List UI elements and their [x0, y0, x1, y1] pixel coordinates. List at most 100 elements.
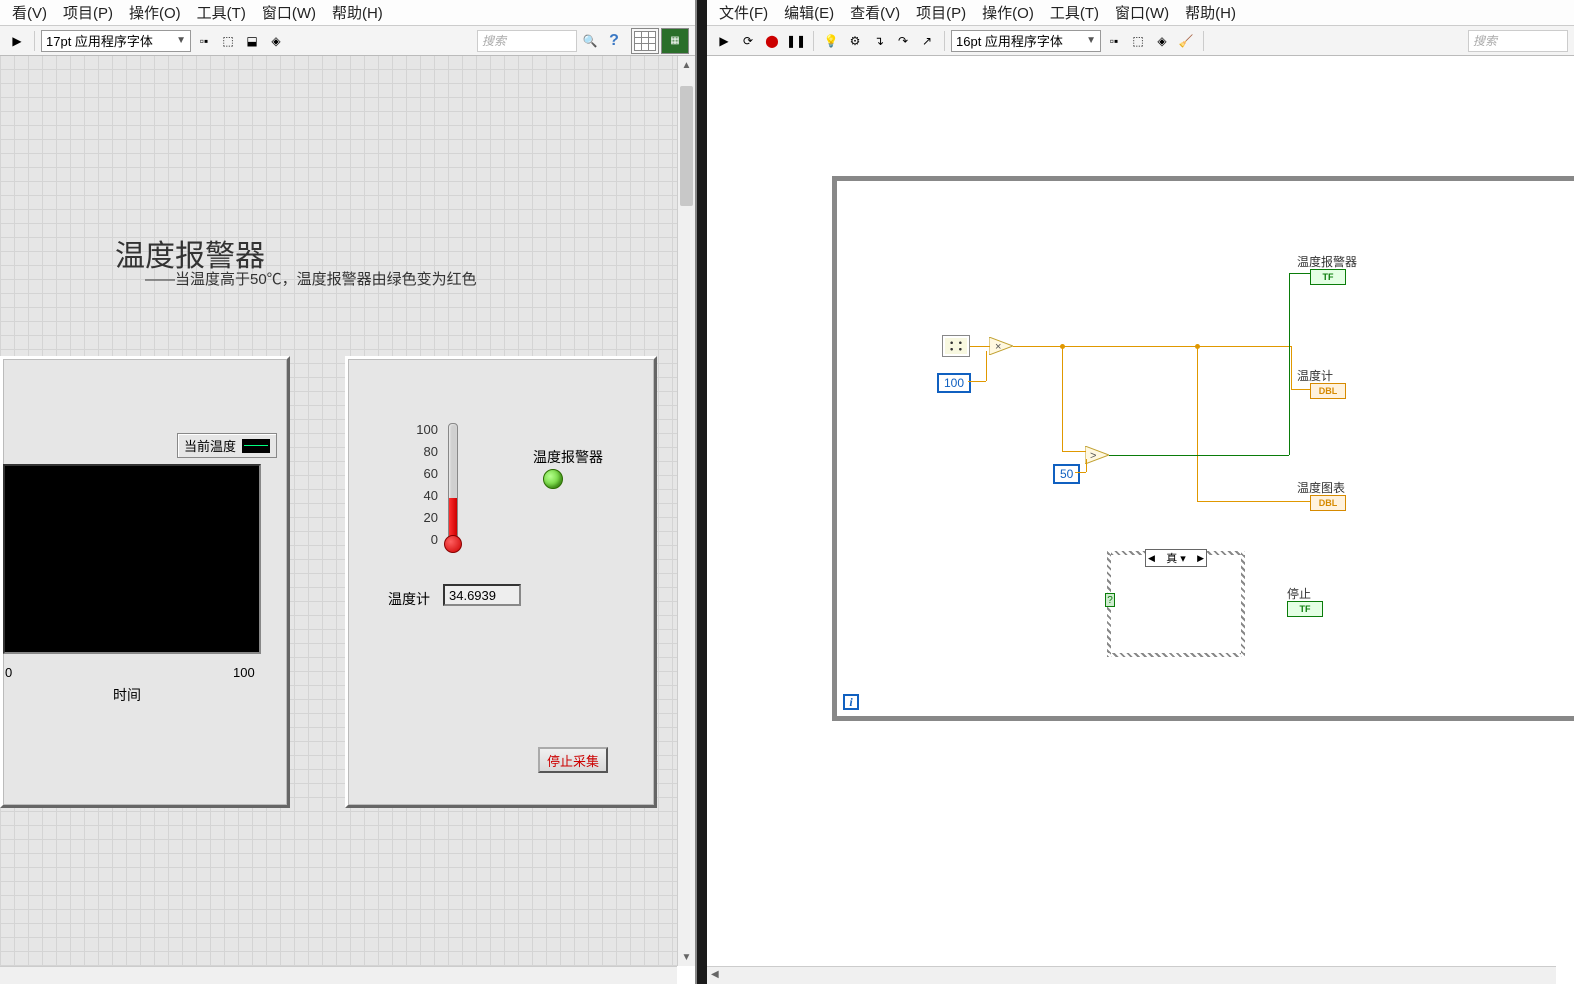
- scroll-down-icon[interactable]: ▼: [678, 948, 695, 966]
- align-button[interactable]: ▫▪: [193, 30, 215, 52]
- distribute-button[interactable]: ⬚: [1127, 30, 1149, 52]
- menu-item[interactable]: 查看(V): [842, 0, 908, 25]
- greater-node[interactable]: >: [1085, 446, 1109, 464]
- wire: [1086, 459, 1087, 472]
- menu-item[interactable]: 项目(P): [908, 0, 974, 25]
- wire: [1197, 346, 1198, 501]
- align-button[interactable]: ▫▪: [1103, 30, 1125, 52]
- pause-button[interactable]: ❚❚: [785, 30, 807, 52]
- menu-item[interactable]: 编辑(E): [776, 0, 842, 25]
- menu-item[interactable]: 帮助(H): [1177, 0, 1244, 25]
- case-selector-terminal[interactable]: ?: [1105, 593, 1115, 607]
- controls-frame: 100 80 60 40 20 0 温度报警器 温度计 34.6939 停止采集: [345, 356, 657, 808]
- step-over-button[interactable]: ↷: [892, 30, 914, 52]
- menu-item[interactable]: 窗口(W): [1107, 0, 1177, 25]
- menu-item[interactable]: 操作(O): [974, 0, 1042, 25]
- toolbar-left: ▶ 17pt 应用程序字体▼ ▫▪ ⬚ ⬓ ◈ 搜索 🔍 ? ▦: [0, 26, 695, 56]
- search-input[interactable]: 搜索: [1468, 30, 1568, 52]
- axis-tick: 0: [5, 665, 12, 680]
- wire-bool: [1289, 273, 1290, 455]
- case-next-icon[interactable]: ▶: [1197, 553, 1204, 564]
- iteration-terminal[interactable]: i: [843, 694, 859, 710]
- font-selector[interactable]: 16pt 应用程序字体 ▼: [951, 30, 1101, 52]
- wire: [1062, 451, 1086, 452]
- vi-icon[interactable]: ▦: [661, 28, 689, 54]
- constant-50[interactable]: 50: [1053, 464, 1080, 484]
- svg-text:>: >: [1090, 450, 1096, 462]
- help-icon[interactable]: ?: [603, 30, 625, 52]
- dropdown-icon: ▼: [176, 35, 186, 46]
- vertical-scrollbar[interactable]: ▲ ▼: [677, 56, 695, 966]
- chart-frame: 当前温度 0 100 时间: [0, 356, 290, 808]
- menubar-right[interactable]: 文件(F) 编辑(E) 查看(V) 项目(P) 操作(O) 工具(T) 窗口(W…: [707, 0, 1574, 26]
- highlight-button[interactable]: 💡: [820, 30, 842, 52]
- scroll-thumb[interactable]: [680, 86, 693, 206]
- indicator-label: 温度计: [1297, 367, 1333, 384]
- block-diagram-window: 文件(F) 编辑(E) 查看(V) 项目(P) 操作(O) 工具(T) 窗口(W…: [707, 0, 1574, 984]
- search-placeholder: 搜索: [482, 32, 506, 49]
- run-button[interactable]: ▶: [713, 30, 735, 52]
- numeric-label: 温度计: [388, 589, 430, 609]
- horizontal-scrollbar[interactable]: [0, 966, 677, 984]
- alarm-indicator-terminal[interactable]: TF: [1310, 269, 1346, 285]
- scroll-left-icon[interactable]: ◀: [711, 969, 719, 980]
- menu-item[interactable]: 工具(T): [1042, 0, 1107, 25]
- axis-tick: 100: [233, 665, 255, 680]
- front-panel-canvas[interactable]: 温度报警器 ——当温度高于50℃，温度报警器由绿色变为红色 当前温度 0 100…: [0, 56, 677, 966]
- block-diagram-canvas[interactable]: i × 100 > 50: [707, 56, 1574, 966]
- menu-item[interactable]: 操作(O): [121, 0, 189, 25]
- step-into-button[interactable]: ↴: [868, 30, 890, 52]
- waveform-chart[interactable]: [3, 464, 261, 654]
- run-cont-button[interactable]: ⟳: [737, 30, 759, 52]
- wire: [970, 346, 990, 347]
- constant-100[interactable]: 100: [937, 373, 971, 393]
- resize-button[interactable]: ⬓: [241, 30, 263, 52]
- retain-wire-button[interactable]: ⚙: [844, 30, 866, 52]
- font-label: 16pt 应用程序字体: [956, 31, 1063, 50]
- wire: [1075, 472, 1086, 473]
- run-button[interactable]: ▶: [6, 30, 28, 52]
- abort-button[interactable]: ⬤: [761, 30, 783, 52]
- wire: [986, 351, 987, 381]
- menu-item[interactable]: 工具(T): [189, 0, 254, 25]
- dropdown-icon: ▼: [1086, 35, 1096, 46]
- menu-item[interactable]: 文件(F): [711, 0, 776, 25]
- wire: [1062, 346, 1063, 451]
- reorder-button[interactable]: ◈: [1151, 30, 1173, 52]
- reorder-button[interactable]: ◈: [265, 30, 287, 52]
- scroll-up-icon[interactable]: ▲: [678, 56, 695, 74]
- stop-button[interactable]: 停止采集: [538, 747, 608, 773]
- numeric-indicator[interactable]: 34.6939: [443, 584, 521, 606]
- cleanup-button[interactable]: 🧹: [1175, 30, 1197, 52]
- stop-control-terminal[interactable]: TF: [1287, 601, 1323, 617]
- thermometer[interactable]: 100 80 60 40 20 0: [398, 419, 488, 559]
- distribute-button[interactable]: ⬚: [217, 30, 239, 52]
- alarm-led[interactable]: [543, 469, 563, 489]
- connector-pane-icon[interactable]: [631, 28, 659, 54]
- search-icon[interactable]: 🔍: [579, 30, 601, 52]
- step-out-button[interactable]: ↗: [916, 30, 938, 52]
- multiply-node[interactable]: ×: [989, 337, 1013, 355]
- legend-label: 当前温度: [184, 436, 236, 455]
- x-axis-label: 时间: [113, 685, 141, 705]
- wire: [1197, 501, 1311, 502]
- while-loop[interactable]: i × 100 > 50: [832, 176, 1574, 721]
- chart-legend[interactable]: 当前温度: [177, 433, 277, 458]
- menu-item[interactable]: 帮助(H): [324, 0, 391, 25]
- wire-bool: [1289, 273, 1311, 274]
- random-number-node[interactable]: [942, 335, 970, 357]
- menu-item[interactable]: 项目(P): [55, 0, 121, 25]
- search-input[interactable]: 搜索: [477, 30, 577, 52]
- horizontal-scrollbar[interactable]: ◀: [707, 966, 1556, 984]
- menu-item[interactable]: 看(V): [4, 0, 55, 25]
- case-structure[interactable]: ◀ 真 ▾ ▶ ?: [1107, 551, 1245, 657]
- thermometer-indicator-terminal[interactable]: DBL: [1310, 383, 1346, 399]
- menu-item[interactable]: 窗口(W): [254, 0, 324, 25]
- subtitle-label: ——当温度高于50℃，温度报警器由绿色变为红色: [145, 268, 477, 289]
- menubar-left[interactable]: 看(V) 项目(P) 操作(O) 工具(T) 窗口(W) 帮助(H): [0, 0, 695, 26]
- case-selector[interactable]: ◀ 真 ▾ ▶: [1145, 549, 1207, 567]
- case-prev-icon[interactable]: ◀: [1148, 553, 1155, 564]
- chart-indicator-terminal[interactable]: DBL: [1310, 495, 1346, 511]
- font-selector[interactable]: 17pt 应用程序字体▼: [41, 30, 191, 52]
- wire: [1013, 346, 1291, 347]
